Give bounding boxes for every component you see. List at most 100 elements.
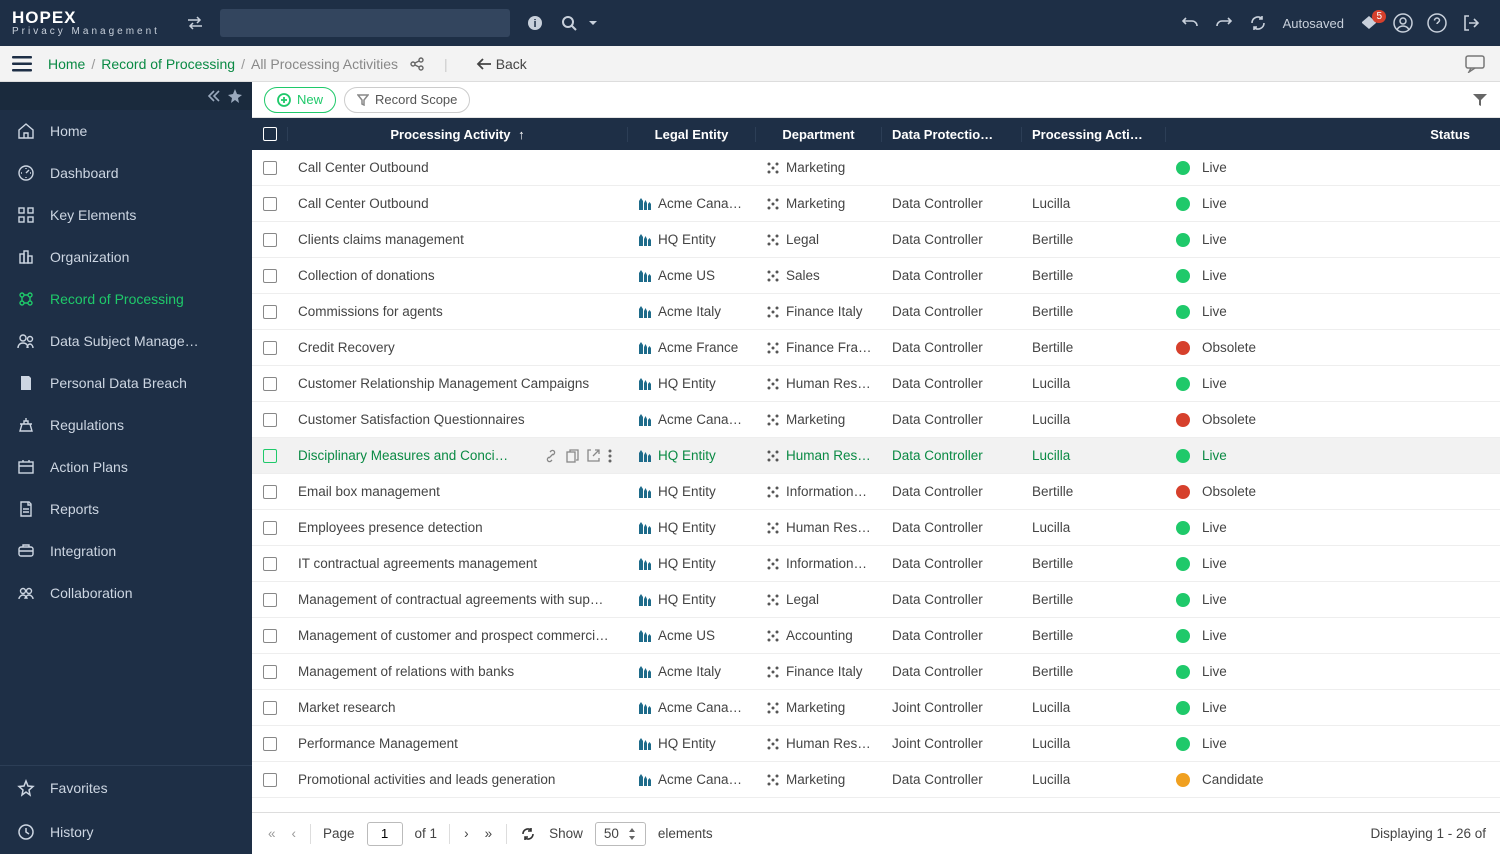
sidebar-item-personal-data-breach[interactable]: Personal Data Breach — [0, 362, 252, 404]
redo-icon[interactable] — [1213, 12, 1235, 34]
sidebar-item-regulations[interactable]: Regulations — [0, 404, 252, 446]
sidebar-item-favorites[interactable]: Favorites — [0, 766, 252, 810]
sidebar-item-integration[interactable]: Integration — [0, 530, 252, 572]
cell-owner: Lucilla — [1022, 520, 1166, 535]
filter-button[interactable] — [1472, 92, 1488, 108]
row-checkbox[interactable] — [252, 449, 288, 463]
hamburger-icon[interactable] — [8, 50, 36, 78]
sidebar-item-record-of-processing[interactable]: Record of Processing — [0, 278, 252, 320]
new-button[interactable]: New — [264, 87, 336, 113]
col-owner[interactable]: Processing Acti… — [1022, 127, 1166, 142]
user-icon[interactable] — [1392, 12, 1414, 34]
notifications-icon[interactable]: 5 — [1358, 12, 1380, 34]
table-row[interactable]: Management of customer and prospect comm… — [252, 618, 1500, 654]
search-icon[interactable] — [558, 12, 580, 34]
undo-icon[interactable] — [1179, 12, 1201, 34]
table-row[interactable]: Promotional activities and leads generat… — [252, 762, 1500, 798]
row-checkbox[interactable] — [252, 341, 288, 355]
org-icon — [766, 665, 780, 679]
help-icon[interactable] — [1426, 12, 1448, 34]
table-row[interactable]: Performance ManagementHQ EntityHuman Res… — [252, 726, 1500, 762]
row-checkbox[interactable] — [252, 773, 288, 787]
page-size-select[interactable]: 50 — [595, 822, 646, 846]
table-row[interactable]: Call Center OutboundMarketingLive — [252, 150, 1500, 186]
table-row[interactable]: Customer Relationship Management Campaig… — [252, 366, 1500, 402]
sidebar-item-dashboard[interactable]: Dashboard — [0, 152, 252, 194]
cell-entity: HQ Entity — [628, 592, 756, 607]
sidebar-item-label: Dashboard — [50, 165, 119, 181]
copy-icon[interactable] — [566, 449, 579, 463]
table-row[interactable]: Customer Satisfaction QuestionnairesAcme… — [252, 402, 1500, 438]
row-checkbox[interactable] — [252, 701, 288, 715]
row-checkbox[interactable] — [252, 269, 288, 283]
crumb-parent[interactable]: Record of Processing — [101, 56, 235, 72]
table-row[interactable]: Commissions for agentsAcme ItalyFinance … — [252, 294, 1500, 330]
sidebar-item-home[interactable]: Home — [0, 110, 252, 152]
last-page-icon[interactable]: » — [483, 826, 495, 841]
logout-icon[interactable] — [1460, 12, 1482, 34]
more-icon[interactable] — [608, 449, 612, 463]
cell-status: Obsolete — [1166, 340, 1500, 355]
row-checkbox[interactable] — [252, 485, 288, 499]
table-row[interactable]: Clients claims managementHQ EntityLegalD… — [252, 222, 1500, 258]
first-page-icon[interactable]: « — [266, 826, 278, 841]
share-icon[interactable] — [406, 53, 428, 75]
sidebar-icon — [16, 290, 36, 308]
row-checkbox[interactable] — [252, 233, 288, 247]
table-row[interactable]: Email box managementHQ EntityInformation… — [252, 474, 1500, 510]
col-dpo[interactable]: Data Protectio… — [882, 127, 1022, 142]
scope-button[interactable]: Record Scope — [344, 87, 470, 113]
table-row[interactable]: Management of contractual agreements wit… — [252, 582, 1500, 618]
row-checkbox[interactable] — [252, 377, 288, 391]
row-checkbox[interactable] — [252, 665, 288, 679]
row-checkbox[interactable] — [252, 521, 288, 535]
sidebar-collapse[interactable] — [0, 82, 252, 110]
table-row[interactable]: Call Center OutboundAcme Cana…MarketingD… — [252, 186, 1500, 222]
row-checkbox[interactable] — [252, 629, 288, 643]
row-checkbox[interactable] — [252, 737, 288, 751]
select-all-checkbox[interactable] — [252, 127, 288, 141]
table-row[interactable]: Collection of donationsAcme USSalesData … — [252, 258, 1500, 294]
sidebar-item-label: Action Plans — [50, 459, 128, 475]
search-dropdown-icon[interactable] — [582, 12, 604, 34]
back-button[interactable]: Back — [476, 56, 527, 72]
open-icon[interactable] — [587, 449, 600, 463]
col-status[interactable]: Status — [1166, 127, 1500, 142]
comment-icon[interactable] — [1464, 53, 1486, 75]
col-entity[interactable]: Legal Entity — [628, 127, 756, 142]
sidebar-item-key-elements[interactable]: Key Elements — [0, 194, 252, 236]
row-checkbox[interactable] — [252, 413, 288, 427]
sidebar-item-label: Regulations — [50, 417, 124, 433]
info-icon[interactable]: i — [524, 12, 546, 34]
row-checkbox[interactable] — [252, 305, 288, 319]
sidebar-item-reports[interactable]: Reports — [0, 488, 252, 530]
prev-page-icon[interactable]: ‹ — [290, 826, 299, 841]
sidebar-item-action-plans[interactable]: Action Plans — [0, 446, 252, 488]
col-department[interactable]: Department — [756, 127, 882, 142]
crumb-home[interactable]: Home — [48, 56, 85, 72]
page-input[interactable] — [367, 822, 403, 846]
sidebar-item-data-subject-manage-[interactable]: Data Subject Manage… — [0, 320, 252, 362]
refresh-page-icon[interactable] — [519, 827, 537, 841]
table-row[interactable]: Employees presence detectionHQ EntityHum… — [252, 510, 1500, 546]
row-checkbox[interactable] — [252, 161, 288, 175]
swap-icon[interactable] — [184, 12, 206, 34]
row-checkbox[interactable] — [252, 593, 288, 607]
sidebar-item-history[interactable]: History — [0, 810, 252, 854]
row-checkbox[interactable] — [252, 197, 288, 211]
search-input[interactable] — [220, 9, 510, 37]
next-page-icon[interactable]: › — [462, 826, 471, 841]
table-row[interactable]: Management of relations with banksAcme I… — [252, 654, 1500, 690]
table-row[interactable]: Disciplinary Measures and Conci…HQ Entit… — [252, 438, 1500, 474]
table-row[interactable]: IT contractual agreements managementHQ E… — [252, 546, 1500, 582]
sidebar-item-organization[interactable]: Organization — [0, 236, 252, 278]
refresh-icon[interactable] — [1247, 12, 1269, 34]
row-checkbox[interactable] — [252, 557, 288, 571]
table-row[interactable]: Market researchAcme Cana…MarketingJoint … — [252, 690, 1500, 726]
sidebar-item-collaboration[interactable]: Collaboration — [0, 572, 252, 614]
link-icon[interactable] — [544, 449, 558, 463]
cell-status: Live — [1166, 448, 1500, 463]
table-row[interactable]: Credit RecoveryAcme FranceFinance Fra…Da… — [252, 330, 1500, 366]
cell-entity: Acme Italy — [628, 664, 756, 679]
col-activity[interactable]: Processing Activity ↑ — [288, 127, 628, 142]
